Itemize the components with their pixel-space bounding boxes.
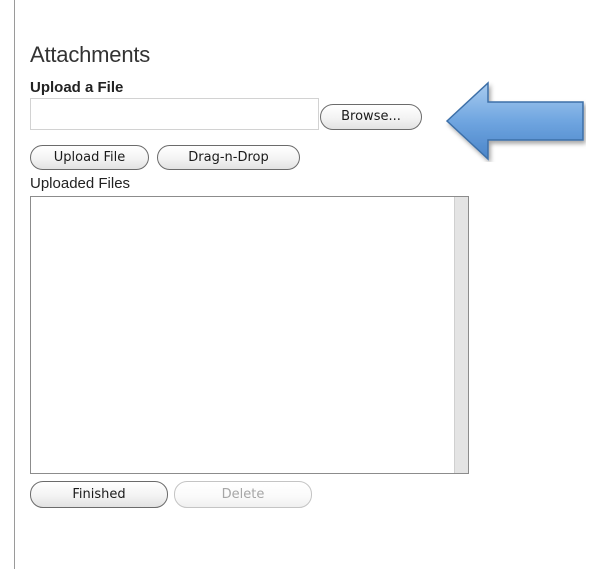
page-title: Attachments	[30, 42, 151, 67]
delete-button[interactable]: Delete	[174, 481, 312, 508]
finished-button[interactable]: Finished	[30, 481, 168, 508]
uploaded-files-list[interactable]	[30, 196, 469, 474]
upload-file-button[interactable]: Upload File	[30, 145, 149, 170]
drag-n-drop-button[interactable]: Drag-n-Drop	[157, 145, 300, 170]
arrow-left-icon	[445, 81, 584, 161]
file-path-input[interactable]	[30, 98, 319, 130]
upload-heading: Upload a File	[30, 79, 124, 96]
uploaded-files-label: Uploaded Files	[30, 175, 131, 192]
uploaded-files-scrollbar[interactable]	[454, 197, 468, 473]
browse-button[interactable]: Browse...	[320, 104, 422, 130]
left-divider	[14, 0, 15, 569]
